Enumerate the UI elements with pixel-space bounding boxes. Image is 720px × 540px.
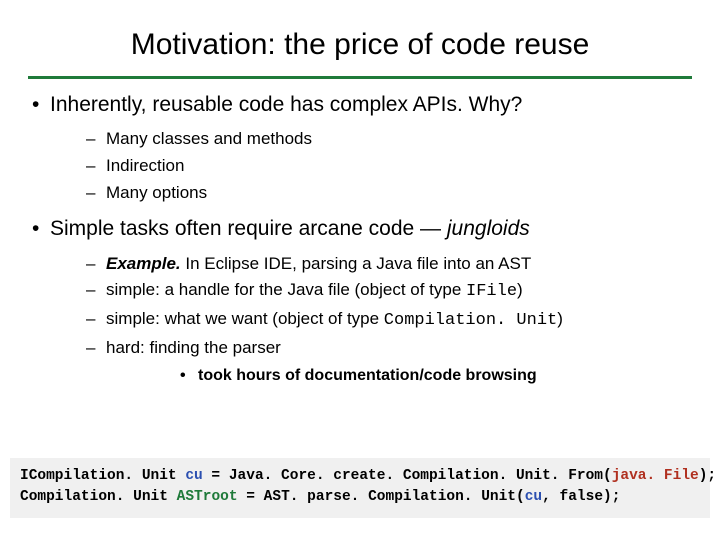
- bullet-2: Simple tasks often require arcane code —…: [28, 215, 692, 388]
- bullet-2-subsub: took hours of documentation/code browsin…: [106, 364, 692, 388]
- s3-prefix: simple: what we want (object of type: [106, 309, 384, 328]
- code-block: ICompilation. Unit cu = Java. Core. crea…: [10, 458, 710, 518]
- l1-mid: = Java. Core. create. Compilation. Unit.…: [203, 468, 612, 484]
- s3-suffix: ): [557, 309, 563, 328]
- code-line-1: ICompilation. Unit cu = Java. Core. crea…: [20, 466, 700, 487]
- l2-type: Compilation. Unit: [20, 489, 177, 505]
- s2-code: IFile: [466, 282, 517, 301]
- l2-end: , false);: [542, 489, 620, 505]
- bullet-2-sublist: Example. In Eclipse IDE, parsing a Java …: [50, 252, 692, 389]
- l1-var: cu: [185, 468, 202, 484]
- code-line-2: Compilation. Unit ASTroot = AST. parse. …: [20, 487, 700, 508]
- bullet-2-subsub-1: took hours of documentation/code browsin…: [106, 364, 692, 388]
- bullet-2-sub-1: Example. In Eclipse IDE, parsing a Java …: [50, 252, 692, 277]
- s3-code: Compilation. Unit: [384, 311, 557, 330]
- bullet-1-sublist: Many classes and methods Indirection Man…: [50, 127, 692, 205]
- bullet-2-sub-3: simple: what we want (object of type Com…: [50, 307, 692, 334]
- l2-arg: cu: [525, 489, 542, 505]
- l1-end: );: [699, 468, 716, 484]
- example-label: Example.: [106, 254, 181, 273]
- s2-suffix: ): [517, 280, 523, 299]
- slide-title: Motivation: the price of code reuse: [28, 28, 692, 79]
- example-text: In Eclipse IDE, parsing a Java file into…: [181, 254, 532, 273]
- bullet-1-sub-3: Many options: [50, 181, 692, 206]
- bullet-list: Inherently, reusable code has complex AP…: [28, 91, 692, 388]
- slide: Motivation: the price of code reuse Inhe…: [0, 0, 720, 540]
- bullet-2-prefix: Simple tasks often require arcane code —: [50, 217, 447, 240]
- bullet-2-sub-2: simple: a handle for the Java file (obje…: [50, 278, 692, 305]
- l1-type: ICompilation. Unit: [20, 468, 185, 484]
- bullet-1-sub-1: Many classes and methods: [50, 127, 692, 152]
- l2-mid: = AST. parse. Compilation. Unit(: [238, 489, 525, 505]
- l2-var: ASTroot: [177, 489, 238, 505]
- s2-prefix: simple: a handle for the Java file (obje…: [106, 280, 466, 299]
- bullet-2-sub-4: hard: finding the parser took hours of d…: [50, 336, 692, 389]
- bullet-1-text: Inherently, reusable code has complex AP…: [50, 93, 522, 116]
- bullet-1: Inherently, reusable code has complex AP…: [28, 91, 692, 205]
- bullet-2-term: jungloids: [447, 217, 530, 240]
- s4-text: hard: finding the parser: [106, 338, 281, 357]
- bullet-1-sub-2: Indirection: [50, 154, 692, 179]
- l1-arg: java. File: [612, 468, 699, 484]
